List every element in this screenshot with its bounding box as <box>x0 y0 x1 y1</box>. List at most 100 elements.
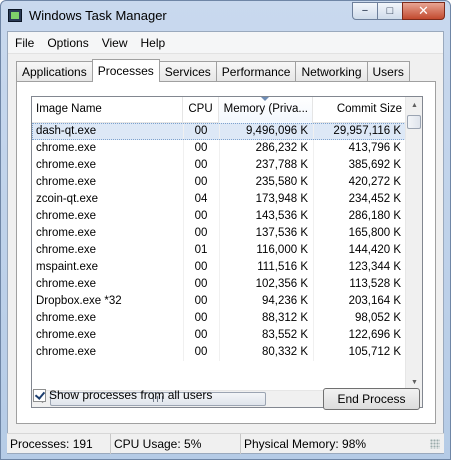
table-row[interactable]: Dropbox.exe *32 00 94,236 K 203,164 K <box>32 293 406 310</box>
column-cpu[interactable]: CPU <box>183 97 219 123</box>
cell-memory: 80,332 K <box>219 344 313 361</box>
cell-commit-size: 98,052 K <box>313 310 406 327</box>
column-memory[interactable]: Memory (Priva... <box>219 97 313 123</box>
table-row[interactable]: chrome.exe 00 235,580 K 420,272 K <box>32 174 406 191</box>
show-all-users-option[interactable]: Show processes from all users <box>33 388 212 402</box>
task-manager-window: Windows Task Manager − □ ✕ File Options … <box>0 0 451 460</box>
cell-commit-size: 203,164 K <box>313 293 406 310</box>
tab-users[interactable]: Users <box>366 61 410 82</box>
menu-help[interactable]: Help <box>134 32 172 53</box>
cell-image-name: chrome.exe <box>36 227 97 239</box>
cell-commit-size: 385,692 K <box>313 157 406 174</box>
cell-commit-size: 122,696 K <box>313 327 406 344</box>
cell-image-name: chrome.exe <box>36 312 97 324</box>
column-memory-label: Memory (Priva... <box>223 103 308 115</box>
resize-grip-icon[interactable] <box>430 439 440 449</box>
cell-cpu: 00 <box>183 344 219 361</box>
cell-memory: 286,232 K <box>219 140 313 157</box>
table-row[interactable]: dash-qt.exe 00 9,496,096 K 29,957,116 K <box>32 123 406 140</box>
column-image-name[interactable]: Image Name <box>32 97 183 123</box>
vertical-scroll-thumb[interactable] <box>407 115 421 129</box>
close-button[interactable]: ✕ <box>402 2 445 20</box>
tab-networking[interactable]: Networking <box>295 61 368 82</box>
table-row[interactable]: chrome.exe 00 83,552 K 122,696 K <box>32 327 406 344</box>
tab-services[interactable]: Services <box>158 61 217 82</box>
scroll-up-icon[interactable]: ▲ <box>406 97 422 114</box>
cell-image-name: chrome.exe <box>36 346 97 358</box>
cell-cpu: 00 <box>183 140 219 157</box>
show-all-users-checkbox[interactable] <box>33 388 46 402</box>
cell-memory: 9,496,096 K <box>219 123 313 140</box>
cell-image-name: chrome.exe <box>36 176 97 188</box>
table-row[interactable]: chrome.exe 00 143,536 K 286,180 K <box>32 208 406 225</box>
table-row[interactable]: chrome.exe 00 286,232 K 413,796 K <box>32 140 406 157</box>
cell-image-name: chrome.exe <box>36 210 97 222</box>
table-row[interactable]: chrome.exe 00 237,788 K 385,692 K <box>32 157 406 174</box>
cell-image-name: chrome.exe <box>36 278 97 290</box>
cell-commit-size: 165,800 K <box>313 225 406 242</box>
minimize-button[interactable]: − <box>352 2 378 20</box>
cell-commit-size: 413,796 K <box>313 140 406 157</box>
vertical-scrollbar[interactable]: ▲ ▼ <box>405 97 422 391</box>
cell-commit-size: 144,420 K <box>313 242 406 259</box>
table-row[interactable]: mspaint.exe 00 111,516 K 123,344 K <box>32 259 406 276</box>
cell-memory: 111,516 K <box>219 259 313 276</box>
cell-image-name: dash-qt.exe <box>36 125 97 137</box>
sort-descending-icon <box>261 97 269 101</box>
cell-cpu: 00 <box>183 293 219 310</box>
table-row[interactable]: chrome.exe 01 116,000 K 144,420 K <box>32 242 406 259</box>
cell-memory: 137,536 K <box>219 225 313 242</box>
menu-file[interactable]: File <box>8 32 40 53</box>
cell-cpu: 04 <box>183 191 219 208</box>
maximize-button[interactable]: □ <box>377 2 403 20</box>
cell-commit-size: 123,344 K <box>313 259 406 276</box>
list-header: Image Name CPU Memory (Priva... Commit S… <box>32 97 406 123</box>
process-list[interactable]: Image Name CPU Memory (Priva... Commit S… <box>31 96 423 408</box>
title-bar[interactable]: Windows Task Manager − □ ✕ <box>1 1 450 31</box>
cell-commit-size: 113,528 K <box>313 276 406 293</box>
cell-memory: 94,236 K <box>219 293 313 310</box>
cell-image-name: chrome.exe <box>36 142 97 154</box>
table-row[interactable]: chrome.exe 00 88,312 K 98,052 K <box>32 310 406 327</box>
window-title: Windows Task Manager <box>29 8 167 23</box>
table-row[interactable]: chrome.exe 00 80,332 K 105,712 K <box>32 344 406 361</box>
menu-bar: File Options View Help <box>8 32 443 54</box>
cell-commit-size: 105,712 K <box>313 344 406 361</box>
cell-cpu: 00 <box>183 327 219 344</box>
cell-cpu: 00 <box>183 123 219 140</box>
cell-memory: 143,536 K <box>219 208 313 225</box>
table-row[interactable]: chrome.exe 00 102,356 K 113,528 K <box>32 276 406 293</box>
tab-strip: Applications Processes Services Performa… <box>16 59 410 82</box>
end-process-button[interactable]: End Process <box>323 388 420 410</box>
column-commit-size[interactable]: Commit Size <box>313 97 406 123</box>
tab-applications[interactable]: Applications <box>16 61 93 82</box>
cell-cpu: 00 <box>183 157 219 174</box>
show-all-users-label: Show processes from all users <box>49 388 213 402</box>
cell-cpu: 00 <box>183 174 219 191</box>
cell-cpu: 00 <box>183 310 219 327</box>
tab-processes[interactable]: Processes <box>91 59 160 82</box>
cell-cpu: 01 <box>183 242 219 259</box>
table-row[interactable]: chrome.exe 00 137,536 K 165,800 K <box>32 225 406 242</box>
status-processes: Processes: 191 <box>7 434 111 454</box>
cell-image-name: zcoin-qt.exe <box>36 193 99 205</box>
table-row[interactable]: zcoin-qt.exe 04 173,948 K 234,452 K <box>32 191 406 208</box>
status-cpu-usage: CPU Usage: 5% <box>111 434 241 454</box>
cell-memory: 83,552 K <box>219 327 313 344</box>
cell-commit-size: 286,180 K <box>313 208 406 225</box>
cell-commit-size: 234,452 K <box>313 191 406 208</box>
cell-image-name: mspaint.exe <box>36 261 99 273</box>
cell-cpu: 00 <box>183 276 219 293</box>
cell-memory: 102,356 K <box>219 276 313 293</box>
cell-memory: 235,580 K <box>219 174 313 191</box>
cell-image-name: Dropbox.exe *32 <box>36 295 122 307</box>
cell-commit-size: 420,272 K <box>313 174 406 191</box>
menu-view[interactable]: View <box>95 32 134 53</box>
status-physical-memory: Physical Memory: 98% <box>244 437 367 451</box>
cell-memory: 237,788 K <box>219 157 313 174</box>
cell-cpu: 00 <box>183 225 219 242</box>
process-rows: dash-qt.exe 00 9,496,096 K 29,957,116 Kchro… <box>32 123 406 361</box>
cell-image-name: chrome.exe <box>36 159 97 171</box>
tab-performance[interactable]: Performance <box>215 61 297 82</box>
menu-options[interactable]: Options <box>40 32 94 53</box>
